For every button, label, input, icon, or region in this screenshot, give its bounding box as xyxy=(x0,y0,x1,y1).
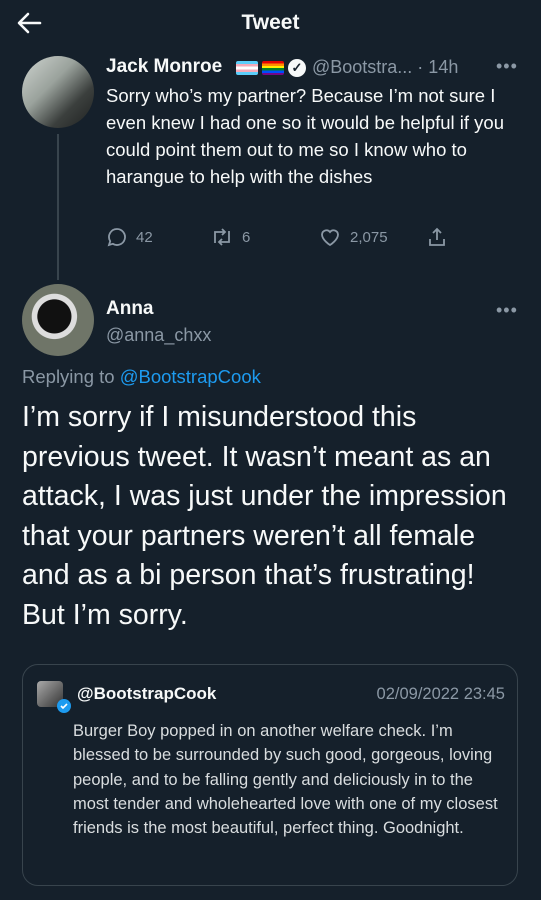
replying-prefix: Replying to xyxy=(22,366,115,387)
reply-icon xyxy=(107,228,126,247)
avatar-jack-monroe[interactable] xyxy=(22,56,94,128)
author-name[interactable]: Anna xyxy=(106,298,154,320)
tweet-actions: 42 6 2,075 xyxy=(106,226,506,252)
quoted-handle: @BootstrapCook xyxy=(77,684,217,703)
quoted-text: Burger Boy popped in on another welfare … xyxy=(73,722,498,838)
retweet-count: 6 xyxy=(242,228,251,246)
avatar-anna[interactable] xyxy=(22,284,94,356)
more-options-icon[interactable]: ••• xyxy=(496,56,518,77)
reply-count: 42 xyxy=(136,228,153,246)
like-button[interactable]: 2,075 xyxy=(318,226,388,248)
handle-time[interactable]: @Bootstra... · 14h xyxy=(312,57,458,77)
share-icon xyxy=(429,227,445,246)
tweet-text: Sorry who’s my partner? Because I’m not … xyxy=(106,85,505,187)
share-button[interactable] xyxy=(426,226,456,248)
top-bar: Tweet xyxy=(0,0,541,46)
like-count: 2,075 xyxy=(350,228,388,246)
quoted-tweet[interactable]: @BootstrapCook 02/09/2022 23:45 Burger B… xyxy=(22,664,518,886)
thread-line xyxy=(57,134,59,280)
retweet-icon xyxy=(214,228,230,246)
verified-icon xyxy=(57,699,71,713)
author-handle[interactable]: @anna_chxx xyxy=(106,325,211,346)
trans-flag-icon xyxy=(236,61,258,76)
quoted-date: 02/09/2022 23:45 xyxy=(376,685,505,703)
author-badges-handle: ✓ @Bootstra... · 14h xyxy=(236,57,458,78)
tweet-text: I’m sorry if I misunderstood this previo… xyxy=(22,401,507,631)
retweet-button[interactable]: 6 xyxy=(210,226,250,248)
replying-to-link[interactable]: @BootstrapCook xyxy=(120,366,261,387)
more-options-icon[interactable]: ••• xyxy=(496,300,518,321)
rainbow-flag-icon xyxy=(262,61,284,76)
author-name[interactable]: Jack Monroe xyxy=(106,56,222,78)
heart-icon xyxy=(321,229,339,247)
reply-button[interactable]: 42 xyxy=(106,226,153,248)
page-title: Tweet xyxy=(241,11,300,34)
verified-icon: ✓ xyxy=(288,59,306,78)
replying-to: Replying to @BootstrapCook xyxy=(22,366,261,388)
